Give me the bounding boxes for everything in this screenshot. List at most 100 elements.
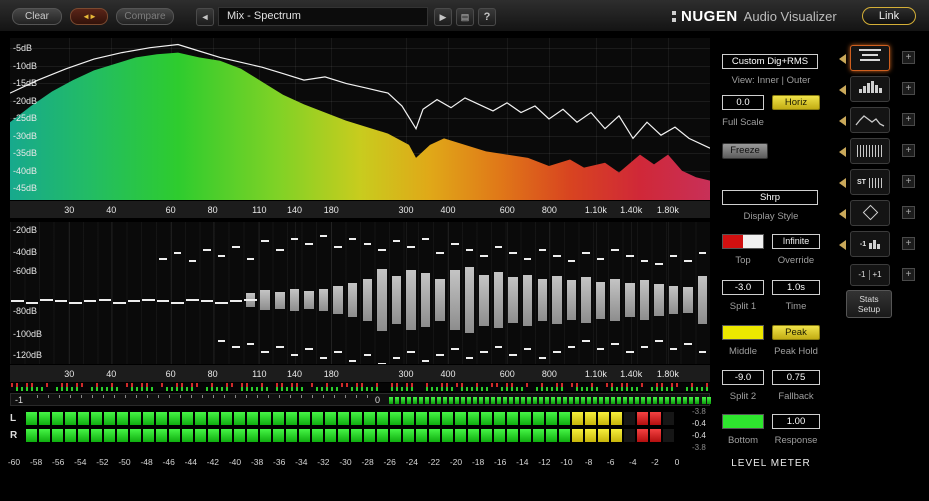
preset-name-field[interactable]: Mix - Spectrum bbox=[218, 7, 428, 26]
channel-label: L bbox=[10, 413, 17, 424]
clear-button[interactable]: Clear bbox=[12, 8, 62, 25]
meter-segment bbox=[377, 429, 388, 442]
top-color-swatch[interactable] bbox=[722, 234, 764, 249]
link-button[interactable]: Link bbox=[862, 7, 916, 25]
add-view-icon[interactable]: + bbox=[902, 175, 915, 188]
band-activity-tick-green bbox=[211, 387, 213, 391]
add-view-icon[interactable]: + bbox=[902, 268, 915, 281]
meter-segment bbox=[403, 429, 414, 442]
time-field[interactable]: 1.0s bbox=[772, 280, 820, 295]
middle-color-swatch[interactable] bbox=[722, 325, 764, 340]
band-activity-tick-green bbox=[561, 387, 563, 391]
view-preset-histogram-icon[interactable] bbox=[850, 76, 890, 102]
freq-axis-label: 300 bbox=[398, 369, 414, 379]
correlation-tick bbox=[257, 395, 258, 398]
correlation-tick bbox=[70, 395, 71, 398]
meter-segment bbox=[130, 429, 141, 442]
preset-expand-arrow-icon[interactable] bbox=[839, 54, 846, 64]
histogram-display[interactable]: -20dB -40dB -60dB -80dB -100dB -120dB 30 40 60 8… bbox=[10, 222, 710, 382]
fallback-field[interactable]: 0.75 bbox=[772, 370, 820, 385]
spectrum-fill-curve bbox=[10, 52, 710, 200]
preset-expand-arrow-icon[interactable] bbox=[839, 85, 846, 95]
compare-button[interactable]: Compare bbox=[116, 8, 174, 25]
stats-setup-button[interactable]: Stats Setup bbox=[846, 290, 892, 318]
display-style-select[interactable]: Shrp bbox=[722, 190, 818, 205]
view-preset-vectorscope-icon[interactable] bbox=[850, 200, 890, 226]
histogram-top-marker bbox=[407, 246, 415, 249]
preset-expand-arrow-icon[interactable] bbox=[839, 178, 846, 188]
preset-expand-arrow-icon[interactable] bbox=[839, 240, 846, 250]
meter-scale-label: -4 bbox=[629, 457, 637, 467]
band-activity-tick-red bbox=[491, 383, 493, 387]
view-preset-layout-lines-icon[interactable] bbox=[850, 45, 890, 71]
meter-segment bbox=[416, 429, 427, 442]
add-view-icon[interactable]: + bbox=[902, 113, 915, 126]
meter-segment bbox=[234, 429, 245, 442]
grid-line bbox=[549, 222, 551, 364]
preset-expand-arrow-icon[interactable] bbox=[839, 147, 846, 157]
meter-scale-label: -24 bbox=[405, 457, 418, 467]
correlation-segment bbox=[635, 397, 639, 404]
correlation-min-label: -1 bbox=[15, 395, 24, 405]
horiz-toggle-button[interactable]: Horiz bbox=[772, 95, 820, 110]
db-axis-label: -20dB bbox=[13, 225, 38, 236]
meter-segment bbox=[455, 429, 466, 442]
help-button[interactable]: ? bbox=[478, 8, 496, 26]
range-toggle-button[interactable]: -1 +1 bbox=[850, 264, 890, 286]
spectrum-curve-graphic bbox=[10, 43, 710, 200]
meter-segment bbox=[156, 412, 167, 425]
band-activity-tick-red bbox=[626, 383, 628, 387]
correlation-tick bbox=[334, 395, 335, 398]
band-activity-tick-green bbox=[206, 387, 208, 391]
view-preset-stereo-meter-icon[interactable]: ST bbox=[850, 169, 890, 195]
split2-field[interactable]: -9.0 bbox=[722, 370, 764, 385]
histogram-bar bbox=[435, 278, 445, 322]
freq-axis-label: 30 bbox=[64, 369, 75, 379]
add-view-icon[interactable]: + bbox=[902, 206, 915, 219]
spectrum-display[interactable]: -5dB -10dB -15dB -20dB -25dB -30dB -35dB -40dB -… bbox=[10, 38, 710, 218]
add-view-icon[interactable]: + bbox=[902, 144, 915, 157]
view-preset-spectrum-curve-icon[interactable] bbox=[850, 107, 890, 133]
swap-arrows-icon[interactable]: ◄► bbox=[70, 8, 108, 25]
band-activity-tick-green bbox=[591, 387, 593, 391]
add-view-icon[interactable]: + bbox=[902, 82, 915, 95]
band-activity-tick-red bbox=[311, 383, 313, 387]
view-preset-correlation-meter-icon[interactable]: -1 bbox=[850, 231, 890, 257]
view-preset-row: + bbox=[836, 200, 929, 228]
histogram-bottom-marker bbox=[640, 345, 649, 348]
infinite-button[interactable]: Infinite bbox=[772, 234, 820, 249]
histogram-top-marker bbox=[290, 237, 299, 240]
play-icon[interactable]: ▶ bbox=[434, 8, 452, 26]
meter-scale-label: -40 bbox=[228, 457, 242, 467]
freeze-button[interactable]: Freeze bbox=[722, 143, 768, 159]
view-preset-spectrogram-icon[interactable] bbox=[850, 138, 890, 164]
correlation-tick bbox=[290, 395, 291, 398]
peak-hold-button[interactable]: Peak bbox=[772, 325, 820, 340]
meter-scale-label: -42 bbox=[206, 457, 220, 467]
correlation-segment bbox=[449, 397, 453, 404]
mode-select[interactable]: Custom Dig+RMS bbox=[722, 54, 818, 69]
histogram-level-marker bbox=[156, 300, 170, 303]
histogram-frequency-scale: 30 40 60 80 110 140 180 300 400 600 800 1.10k 1.40k 1… bbox=[10, 364, 710, 382]
freq-axis-label: 300 bbox=[398, 205, 414, 215]
meter-segment bbox=[39, 429, 50, 442]
full-scale-field[interactable]: 0.0 bbox=[722, 95, 764, 110]
band-activity-tick-red bbox=[356, 383, 358, 387]
preset-expand-arrow-icon[interactable] bbox=[839, 116, 846, 126]
split1-field[interactable]: -3.0 bbox=[722, 280, 764, 295]
band-activity-tick-green bbox=[356, 387, 358, 391]
band-activity-tick-green bbox=[96, 387, 98, 391]
add-view-icon[interactable]: + bbox=[902, 51, 915, 64]
correlation-tick bbox=[147, 395, 148, 398]
previous-preset-icon[interactable]: ◄ bbox=[196, 8, 214, 26]
add-view-icon[interactable]: + bbox=[902, 237, 915, 250]
correlation-meter[interactable]: -1 0 bbox=[10, 393, 711, 406]
preset-expand-arrow-icon[interactable] bbox=[839, 209, 846, 219]
meter-segment bbox=[26, 412, 37, 425]
band-activity-tick-red bbox=[261, 383, 263, 387]
meter-blocks bbox=[26, 412, 674, 425]
response-field[interactable]: 1.00 bbox=[772, 414, 820, 429]
preset-list-icon[interactable]: ▤ bbox=[456, 8, 474, 26]
bottom-color-swatch[interactable] bbox=[722, 414, 764, 429]
band-activity-tick-red bbox=[11, 383, 13, 387]
